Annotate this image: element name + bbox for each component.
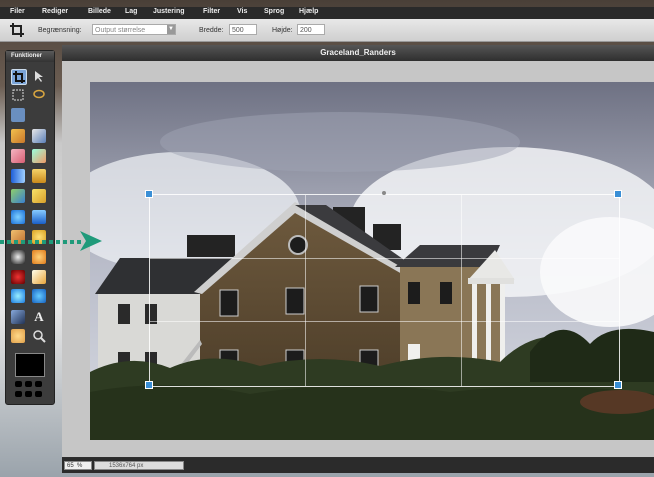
wand-icon[interactable] — [11, 108, 25, 122]
toolbox-title: Funktioner — [6, 51, 54, 62]
zoom-input[interactable]: 65 % — [64, 461, 92, 470]
menu-rediger[interactable]: Rediger — [42, 8, 68, 15]
crop-grid-line — [305, 195, 306, 386]
crop-handle-bottom-left[interactable] — [145, 381, 153, 389]
clone-icon[interactable] — [11, 189, 25, 203]
brush-icon[interactable] — [32, 129, 46, 143]
crop-selection[interactable] — [149, 194, 620, 387]
color-presets[interactable] — [15, 381, 45, 399]
menu-sprog[interactable]: Sprog — [264, 8, 284, 15]
zoom-icon[interactable] — [32, 329, 46, 343]
annotation-arrow-icon — [0, 231, 102, 251]
heal-icon[interactable] — [32, 189, 46, 203]
width-input[interactable]: 500 — [229, 24, 257, 35]
menu-bar: Filer Rediger Billede Lag Justering Filt… — [0, 7, 654, 19]
replace-color-icon[interactable] — [32, 149, 46, 163]
crop-grid-line — [150, 321, 619, 322]
image-size: 1536x764 px — [94, 461, 184, 470]
menu-hjaelp[interactable]: Hjælp — [299, 8, 318, 15]
photo-canvas[interactable] — [90, 82, 654, 440]
menu-billede[interactable]: Billede — [88, 8, 111, 15]
menu-vis[interactable]: Vis — [237, 8, 247, 15]
constraint-label: Begrænsning: — [38, 27, 82, 34]
status-bar: 65 % 1536x764 px — [62, 458, 654, 473]
document-window: Graceland_Randers 65 % 1536x764 px — [62, 45, 654, 473]
redeye-icon[interactable] — [11, 270, 25, 284]
crop-handle-top-left[interactable] — [145, 190, 153, 198]
bucket-icon[interactable] — [32, 169, 46, 183]
crop-grid-line — [150, 258, 619, 259]
gradient-icon[interactable] — [11, 169, 25, 183]
hand-icon[interactable] — [11, 329, 25, 343]
menu-justering[interactable]: Justering — [153, 8, 185, 15]
crop-icon[interactable] — [10, 23, 24, 37]
spot-heal-icon[interactable] — [32, 270, 46, 284]
blur-icon[interactable] — [11, 210, 25, 224]
width-label: Bredde: — [199, 27, 224, 34]
crop-handle-top-center[interactable] — [382, 191, 386, 195]
crop-icon[interactable] — [11, 69, 27, 85]
sharpen-icon[interactable] — [32, 210, 46, 224]
eraser-icon[interactable] — [11, 149, 25, 163]
crop-handle-top-right[interactable] — [614, 190, 622, 198]
canvas-area[interactable] — [62, 61, 654, 457]
constraint-select[interactable]: Output størrelse — [92, 24, 176, 35]
menu-lag[interactable]: Lag — [125, 8, 137, 15]
document-title: Graceland_Randers — [62, 45, 654, 61]
zoom-value: 65 — [67, 463, 74, 469]
menu-filer[interactable]: Filer — [10, 8, 25, 15]
color-swatch[interactable] — [15, 353, 45, 377]
chevron-down-icon[interactable]: ▼ — [167, 25, 175, 34]
move-icon[interactable] — [32, 69, 46, 83]
menu-filter[interactable]: Filter — [203, 8, 220, 15]
crop-grid-line — [461, 195, 462, 386]
height-input[interactable]: 200 — [297, 24, 325, 35]
zoom-unit: % — [77, 463, 83, 469]
marquee-icon[interactable] — [11, 88, 25, 102]
picker-icon[interactable] — [11, 310, 25, 324]
height-label: Højde: — [272, 27, 293, 34]
text-icon[interactable]: A — [32, 310, 46, 324]
pencil-icon[interactable] — [11, 129, 25, 143]
crop-handle-bottom-right[interactable] — [614, 381, 622, 389]
options-bar: Begrænsning: Output størrelse ▼ Bredde: … — [0, 19, 654, 42]
bloat-icon[interactable] — [11, 289, 25, 303]
pinch-icon[interactable] — [32, 289, 46, 303]
lasso-icon[interactable] — [32, 88, 46, 102]
